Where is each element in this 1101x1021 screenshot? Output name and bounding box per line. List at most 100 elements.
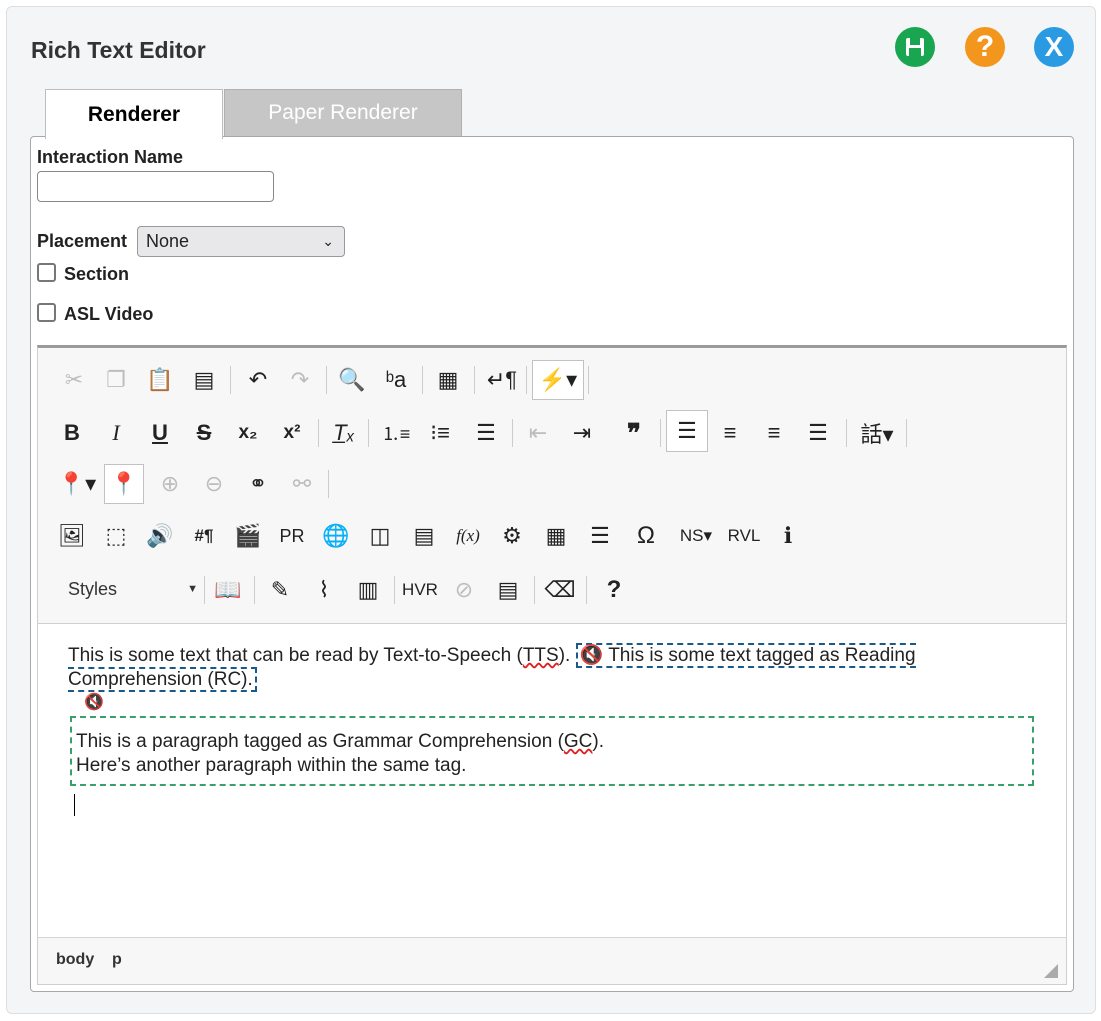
muted-speaker-icon: 🔇	[579, 645, 604, 666]
formula-icon[interactable]: f(x)	[448, 516, 488, 556]
align-right-icon[interactable]: ≡	[754, 413, 794, 453]
info-icon[interactable]: ℹ	[768, 516, 808, 556]
replace-icon[interactable]: ᵇa	[376, 360, 416, 400]
tts-text: This is some text that can be read by Te…	[68, 645, 523, 666]
image-icon[interactable]: 🖼	[52, 516, 92, 556]
paste-icon[interactable]: 📋	[140, 360, 180, 400]
toolbar-separator	[588, 366, 589, 394]
globe-icon[interactable]: 🌐	[316, 516, 356, 556]
remove-anchor-icon[interactable]: ⊖	[194, 464, 234, 504]
anchor-icon[interactable]: 📍	[104, 464, 144, 504]
toolbar-separator	[906, 419, 907, 447]
remove-format-icon[interactable]: T̲ₓ	[324, 413, 364, 453]
add-anchor-icon[interactable]: ⊕	[150, 464, 190, 504]
close-button[interactable]: X	[1034, 27, 1074, 67]
placement-select[interactable]: None ⌄	[137, 226, 345, 257]
tag-document-icon[interactable]: ▤	[488, 570, 528, 610]
omega-icon[interactable]: Ω	[626, 516, 666, 556]
indent-icon[interactable]: ⇥	[562, 413, 602, 453]
image-map-icon[interactable]: ⬚	[96, 516, 136, 556]
renderer-panel: Interaction Name Placement None ⌄ Sectio…	[30, 136, 1074, 992]
gc-paragraph-2: Here’s another paragraph within the same…	[76, 755, 467, 776]
rvl-icon[interactable]: RVL	[724, 516, 764, 556]
toolbar-separator	[660, 419, 661, 447]
section-checkbox[interactable]	[37, 263, 56, 282]
template-icon[interactable]: ▦	[428, 360, 468, 400]
bold-icon[interactable]: B	[52, 413, 92, 453]
save-button[interactable]	[895, 27, 935, 67]
tab-paper-renderer[interactable]: Paper Renderer	[224, 89, 462, 137]
toolbar-separator	[586, 576, 587, 604]
video-icon[interactable]: 🎬	[228, 516, 268, 556]
styles-dropdown[interactable]: Styles ▼	[56, 574, 198, 604]
paste-special-icon[interactable]: ⚡▾	[532, 360, 584, 400]
resize-handle[interactable]	[1044, 964, 1058, 978]
styles-label: Styles	[68, 579, 118, 599]
editor-content[interactable]: This is some text that can be read by Te…	[68, 643, 1038, 692]
align-left-icon[interactable]: ☰	[666, 410, 708, 452]
text-direction-icon[interactable]: PR	[272, 516, 312, 556]
remove-tag-icon[interactable]: ⌫	[540, 570, 580, 610]
outdent-icon[interactable]: ⇤	[518, 413, 558, 453]
asl-video-label: ASL Video	[64, 304, 154, 324]
strikethrough-icon[interactable]: S	[184, 413, 224, 453]
copy-icon[interactable]: ❐	[96, 360, 136, 400]
show-blocks-icon[interactable]: ↵¶	[482, 360, 522, 400]
editor-toolbar: ✂ ❐ 📋 ▤ ↶ ↷ 🔍 ᵇa ▦ ↵¶ ⚡▾ B I U S x₂ x² T…	[38, 348, 1066, 624]
horizontal-rule-icon[interactable]: ☰	[580, 516, 620, 556]
align-center-icon[interactable]: ≡	[710, 413, 750, 453]
cut-icon[interactable]: ✂	[54, 360, 94, 400]
blockquote-icon[interactable]: ❞	[614, 413, 654, 453]
form-icon[interactable]: ▤	[404, 516, 444, 556]
toolbar-separator	[254, 576, 255, 604]
bulleted-list-icon[interactable]: ⁝≡	[420, 413, 460, 453]
text-caret	[74, 794, 75, 816]
table-icon[interactable]: ▦	[536, 516, 576, 556]
tag-list-icon[interactable]: ▥	[348, 570, 388, 610]
subscript-icon[interactable]: x₂	[228, 413, 268, 453]
justify-icon[interactable]: ☰	[798, 413, 838, 453]
unlink-icon[interactable]: ⚯	[282, 464, 322, 504]
no-read-icon[interactable]: ⊘	[444, 570, 484, 610]
path-body[interactable]: body	[56, 951, 94, 969]
rich-text-editor-dialog: Rich Text Editor ? X Renderer Paper Rend…	[6, 6, 1096, 1014]
multilevel-list-icon[interactable]: ☰	[466, 413, 506, 453]
link-icon[interactable]: ⚭	[238, 464, 278, 504]
toolbar-separator	[846, 419, 847, 447]
paragraph-mark-icon[interactable]: #¶	[184, 516, 224, 556]
interaction-name-label: Interaction Name	[37, 147, 184, 167]
toolbar-separator	[328, 470, 329, 498]
gc-tag[interactable]: This is a paragraph tagged as Grammar Co…	[70, 716, 1034, 786]
frame-icon[interactable]: ◫	[360, 516, 400, 556]
help-icon[interactable]: ?	[594, 570, 634, 610]
dictionary-icon[interactable]: 📖	[208, 570, 248, 610]
underline-icon[interactable]: U	[140, 413, 180, 453]
hvr-icon[interactable]: HVR	[400, 570, 440, 610]
asl-video-checkbox[interactable]	[37, 303, 56, 322]
tab-renderer[interactable]: Renderer	[45, 89, 223, 139]
toolbar-separator	[512, 419, 513, 447]
toolbar-separator	[318, 419, 319, 447]
tts-abbr: TTS	[522, 645, 559, 666]
interaction-name-input[interactable]	[37, 171, 274, 202]
anchor-dropdown-icon[interactable]: 📍▾	[52, 464, 102, 504]
redo-icon[interactable]: ↷	[280, 360, 320, 400]
settings-icon[interactable]: ⚙	[492, 516, 532, 556]
path-p[interactable]: p	[112, 951, 122, 969]
numbered-list-icon[interactable]: ⒈≡	[376, 413, 416, 453]
undo-icon[interactable]: ↶	[238, 360, 278, 400]
italic-icon[interactable]: I	[96, 413, 136, 453]
speaker-icon[interactable]: 🔊	[140, 516, 180, 556]
find-icon[interactable]: 🔍	[332, 360, 372, 400]
tag-highlighter-icon[interactable]: ✎	[260, 570, 300, 610]
superscript-icon[interactable]: x²	[272, 413, 312, 453]
help-button[interactable]: ?	[965, 27, 1005, 67]
tag-spelling-icon[interactable]: ⌇	[304, 570, 344, 610]
gc-paragraph: This is a paragraph tagged as Grammar Co…	[76, 730, 604, 754]
paste-text-icon[interactable]: ▤	[184, 360, 224, 400]
language-icon[interactable]: 話▾	[852, 413, 902, 453]
toolbar-separator	[204, 576, 205, 604]
save-icon	[906, 38, 924, 56]
toolbar-separator	[534, 576, 535, 604]
ns-dropdown-icon[interactable]: NS ▾	[670, 516, 722, 556]
